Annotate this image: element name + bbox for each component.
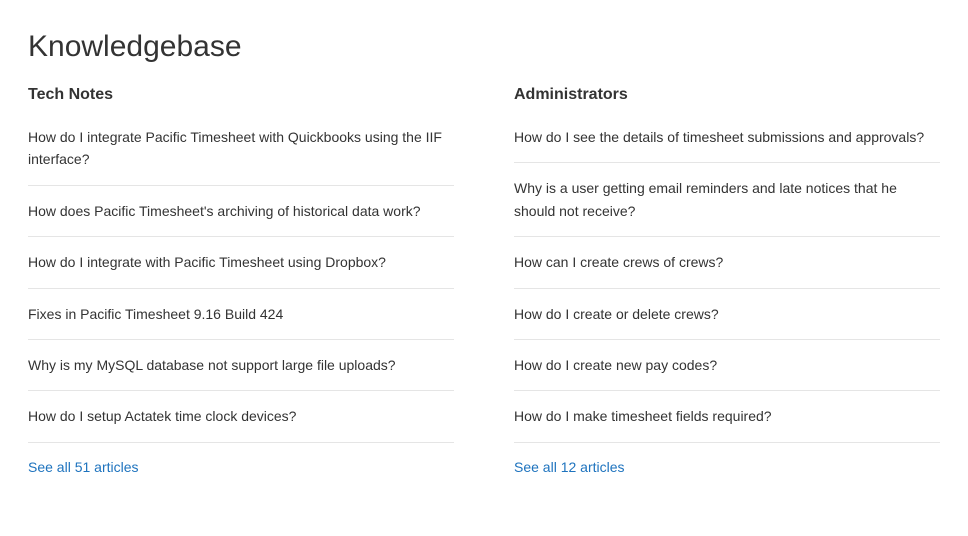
article-item: How does Pacific Timesheet's archiving o…	[28, 186, 454, 237]
section-title: Administrators	[514, 86, 940, 104]
article-link[interactable]: How do I create or delete crews?	[514, 303, 940, 325]
article-link[interactable]: How do I setup Actatek time clock device…	[28, 405, 454, 427]
article-link[interactable]: Why is my MySQL database not support lar…	[28, 354, 454, 376]
article-item: How do I integrate Pacific Timesheet wit…	[28, 118, 454, 186]
article-item: How do I setup Actatek time clock device…	[28, 391, 454, 442]
page-title: Knowledgebase	[28, 30, 940, 64]
section-administrators: Administrators How do I see the details …	[514, 86, 940, 477]
see-all-link[interactable]: See all 51 articles	[28, 459, 139, 475]
article-item: Fixes in Pacific Timesheet 9.16 Build 42…	[28, 289, 454, 340]
see-all-link[interactable]: See all 12 articles	[514, 459, 625, 475]
article-link[interactable]: How do I create new pay codes?	[514, 354, 940, 376]
article-item: Why is a user getting email reminders an…	[514, 163, 940, 237]
article-item: How can I create crews of crews?	[514, 237, 940, 288]
article-link[interactable]: How does Pacific Timesheet's archiving o…	[28, 200, 454, 222]
article-link[interactable]: How do I see the details of timesheet su…	[514, 126, 940, 148]
article-link[interactable]: How can I create crews of crews?	[514, 251, 940, 273]
article-link[interactable]: How do I integrate Pacific Timesheet wit…	[28, 126, 454, 171]
article-item: How do I create new pay codes?	[514, 340, 940, 391]
section-title: Tech Notes	[28, 86, 454, 104]
article-list: How do I integrate Pacific Timesheet wit…	[28, 118, 454, 443]
article-item: How do I integrate with Pacific Timeshee…	[28, 237, 454, 288]
article-item: How do I make timesheet fields required?	[514, 391, 940, 442]
article-link[interactable]: How do I integrate with Pacific Timeshee…	[28, 251, 454, 273]
article-link[interactable]: Fixes in Pacific Timesheet 9.16 Build 42…	[28, 303, 454, 325]
article-list: How do I see the details of timesheet su…	[514, 118, 940, 443]
section-tech-notes: Tech Notes How do I integrate Pacific Ti…	[28, 86, 454, 477]
article-item: How do I create or delete crews?	[514, 289, 940, 340]
article-link[interactable]: How do I make timesheet fields required?	[514, 405, 940, 427]
article-link[interactable]: Why is a user getting email reminders an…	[514, 177, 940, 222]
sections-container: Tech Notes How do I integrate Pacific Ti…	[28, 86, 940, 477]
article-item: Why is my MySQL database not support lar…	[28, 340, 454, 391]
article-item: How do I see the details of timesheet su…	[514, 118, 940, 163]
